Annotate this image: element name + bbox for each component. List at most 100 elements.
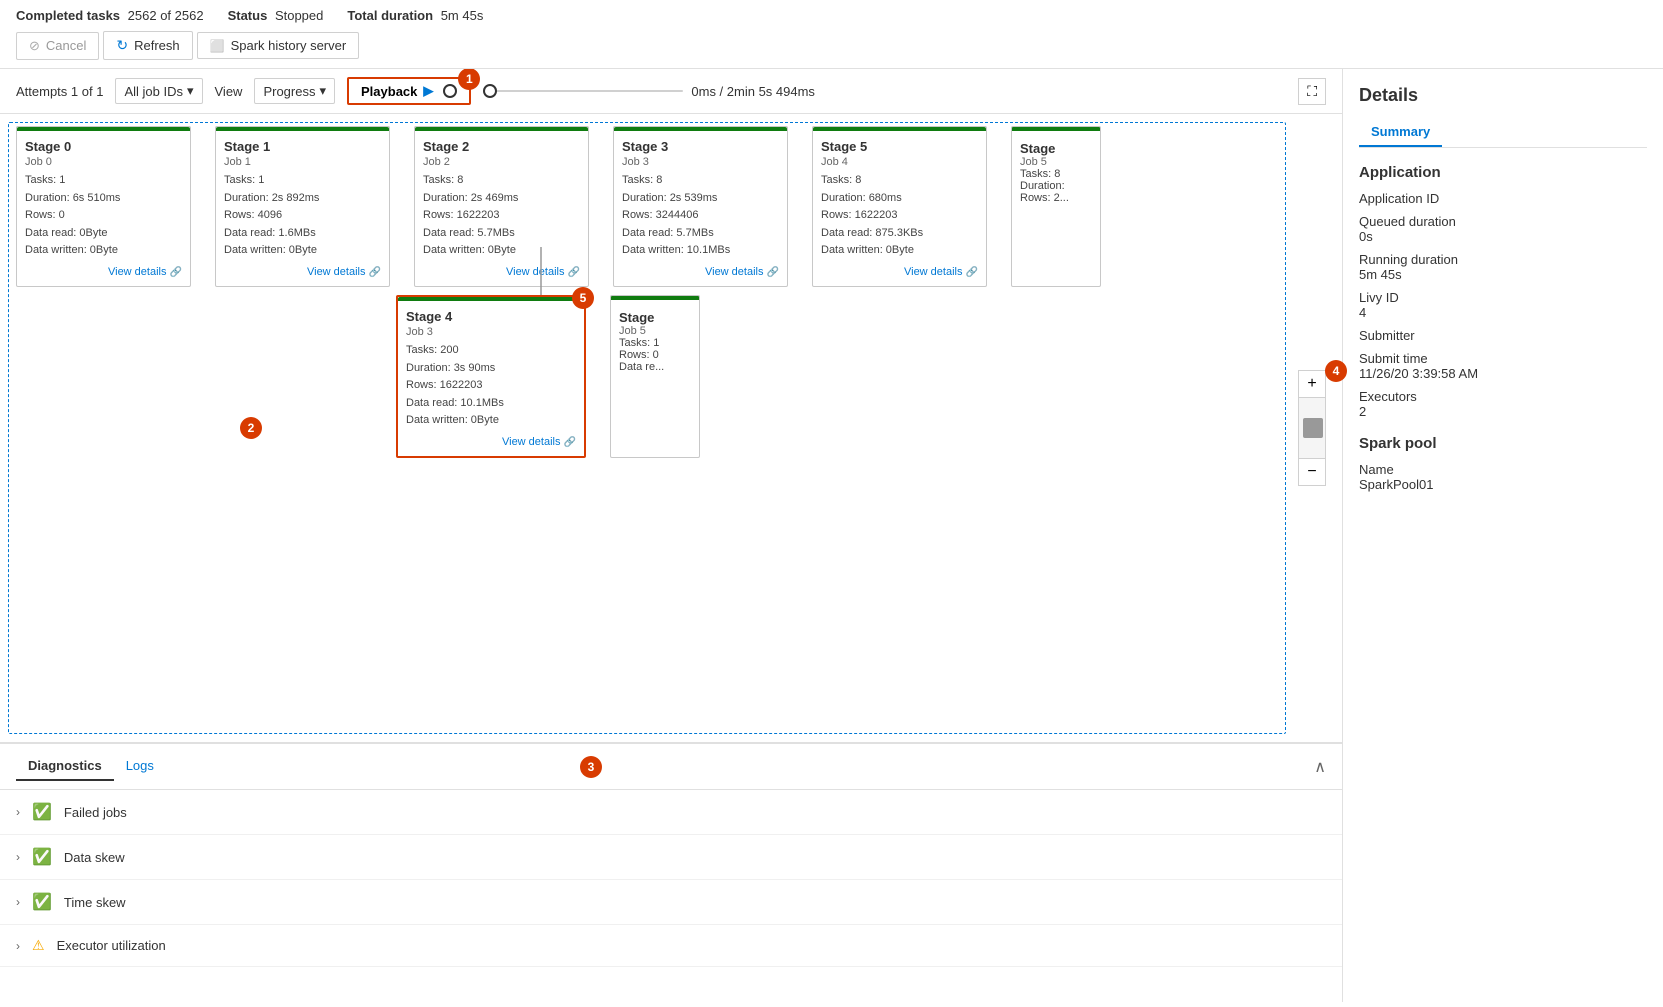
stage6-tasks: Tasks: 1 (619, 337, 691, 349)
stage4-card[interactable]: 5 Stage 4 Job 3 Tasks: 200 Duration: 3s … (396, 295, 586, 458)
stage-partial-rows: Rows: 2... (1020, 192, 1092, 204)
refresh-button[interactable]: ↻ Refresh (103, 31, 192, 60)
spark-pool-name-row: Name SparkPool01 (1359, 462, 1647, 492)
diag-item-executor-util[interactable]: › ⚠ Executor utilization (0, 925, 1342, 967)
zoom-thumb (1303, 418, 1323, 438)
stage0-card[interactable]: Stage 0 Job 0 Tasks: 1 Duration: 6s 510m… (16, 126, 191, 287)
collapse-button[interactable]: ∧ (1314, 757, 1326, 777)
application-section: Application Application ID Queued durati… (1359, 164, 1647, 419)
spark-pool-section: Spark pool Name SparkPool01 (1359, 435, 1647, 492)
refresh-icon: ↻ (116, 37, 128, 54)
stage2-card[interactable]: Stage 2 Job 2 Tasks: 8 Duration: 2s 469m… (414, 126, 589, 287)
chevron-icon2: › (16, 850, 20, 864)
progress-dropdown[interactable]: Progress ▾ (254, 78, 335, 104)
stage5-view-details[interactable]: View details 🔗 (821, 266, 978, 278)
left-panel: Attempts 1 of 1 All job IDs ▾ View Progr… (0, 69, 1343, 1002)
diag-item-failed-jobs[interactable]: › ✅ Failed jobs (0, 790, 1342, 835)
ok-icon: ✅ (32, 802, 52, 822)
external-link-icon6: 🔗 (564, 437, 576, 448)
status-label: Status Stopped (228, 8, 324, 23)
playback-circle (443, 84, 457, 98)
bottom-stages-row: 5 Stage 4 Job 3 Tasks: 200 Duration: 3s … (0, 287, 1342, 458)
chevron-down-icon: ▾ (187, 83, 194, 99)
top-bar: Completed tasks 2562 of 2562 Status Stop… (0, 0, 1663, 69)
chevron-icon3: › (16, 895, 20, 909)
stage6-job: Job 5 (619, 325, 691, 337)
zoom-scroll[interactable] (1298, 398, 1326, 458)
all-job-ids-dropdown[interactable]: All job IDs ▾ (115, 78, 202, 104)
attempts-label: Attempts 1 of 1 (16, 84, 103, 99)
details-title: Details (1359, 85, 1647, 106)
ok-icon3: ✅ (32, 892, 52, 912)
right-panel: 4 Details Summary Application Applicatio… (1343, 69, 1663, 1002)
submitter-row: Submitter (1359, 328, 1647, 343)
tab-diagnostics[interactable]: Diagnostics (16, 752, 114, 781)
stage6-partial: Stage Job 5 Tasks: 1 Rows: 0 Data re... (610, 295, 700, 458)
diagnostics-area: Diagnostics Logs 3 ∧ › ✅ Failed jobs › ✅… (0, 742, 1342, 1002)
zoom-controls: + − (1298, 370, 1326, 486)
stage-partial-top: Stage Job 5 Tasks: 8 Duration: Rows: 2..… (1011, 126, 1101, 287)
tab-logs[interactable]: Logs (114, 752, 166, 781)
total-duration-label: Total duration 5m 45s (347, 8, 483, 23)
chevron-down-icon2: ▾ (319, 83, 326, 99)
warning-icon: ⚠ (32, 937, 45, 954)
stage4-view-details[interactable]: View details 🔗 (406, 436, 576, 448)
diag-item-time-skew[interactable]: › ✅ Time skew (0, 880, 1342, 925)
external-link-icon2: 🔗 (369, 267, 381, 278)
fullscreen-button[interactable]: ⛶ (1298, 78, 1326, 105)
queued-duration-row: Queued duration 0s (1359, 214, 1647, 244)
zoom-in-button[interactable]: + (1298, 370, 1326, 398)
diag-item-data-skew[interactable]: › ✅ Data skew (0, 835, 1342, 880)
stage6-rows: Rows: 0 (619, 349, 691, 361)
stage6-dataread: Data re... (619, 361, 691, 373)
external-link-icon5: 🔗 (966, 267, 978, 278)
annotation-2: 2 (240, 417, 262, 439)
external-link-icon: 🔗 (170, 267, 182, 278)
tab-summary[interactable]: Summary (1359, 118, 1442, 147)
details-tabs: Summary (1359, 118, 1647, 148)
stage3-card[interactable]: Stage 3 Job 3 Tasks: 8 Duration: 2s 539m… (613, 126, 788, 287)
stage-partial-tasks: Tasks: 8 (1020, 168, 1092, 180)
stage-partial-job: Job 5 (1020, 156, 1092, 168)
view-label: View (215, 84, 243, 99)
graph-header: Attempts 1 of 1 All job IDs ▾ View Progr… (0, 69, 1342, 114)
diagnostics-header: Diagnostics Logs 3 ∧ (0, 744, 1342, 790)
external-link-icon4: 🔗 (767, 267, 779, 278)
cancel-icon: ⊘ (29, 38, 40, 54)
application-id-row: Application ID (1359, 191, 1647, 206)
play-icon: ▶ (423, 83, 433, 99)
running-duration-row: Running duration 5m 45s (1359, 252, 1647, 282)
zoom-out-button[interactable]: − (1298, 458, 1326, 486)
playback-button[interactable]: Playback ▶ (347, 77, 471, 105)
diagnostics-list: › ✅ Failed jobs › ✅ Data skew › ✅ Time s… (0, 790, 1342, 1002)
stage1-view-details[interactable]: View details 🔗 (224, 266, 381, 278)
fullscreen-icon: ⛶ (1307, 83, 1317, 99)
stage0-view-details[interactable]: View details 🔗 (25, 266, 182, 278)
external-link-icon: ⬜ (210, 39, 225, 53)
stage2-view-details[interactable]: View details 🔗 (423, 266, 580, 278)
stage-partial-title: Stage (1020, 141, 1092, 156)
spark-history-button[interactable]: ⬜ Spark history server (197, 32, 360, 59)
playback-slider[interactable]: 0ms / 2min 5s 494ms (483, 84, 1286, 99)
playback-container: Playback ▶ 1 (347, 77, 471, 105)
top-stages-row: Stage 0 Job 0 Tasks: 1 Duration: 6s 510m… (0, 114, 1342, 287)
chevron-icon: › (16, 805, 20, 819)
completed-tasks-label: Completed tasks 2562 of 2562 (16, 8, 204, 23)
livy-id-row: Livy ID 4 (1359, 290, 1647, 320)
main-layout: Attempts 1 of 1 All job IDs ▾ View Progr… (0, 69, 1663, 1002)
stage1-card[interactable]: Stage 1 Job 1 Tasks: 1 Duration: 2s 892m… (215, 126, 390, 287)
ok-icon2: ✅ (32, 847, 52, 867)
stage6-title: Stage (619, 310, 691, 325)
diagnostics-tabs: Diagnostics Logs (16, 752, 166, 781)
chevron-icon4: › (16, 939, 20, 953)
graph-canvas: 2 Stage 0 Job 0 Tasks: 1 Duration: 6s 51… (0, 114, 1342, 742)
stage3-view-details[interactable]: View details 🔗 (622, 266, 779, 278)
annotation-5: 5 (572, 287, 594, 309)
annotation-4: 4 (1343, 360, 1347, 382)
external-link-icon3: 🔗 (568, 267, 580, 278)
executors-row: Executors 2 (1359, 389, 1647, 419)
annotation-1: 1 (458, 69, 480, 90)
cancel-button[interactable]: ⊘ Cancel (16, 32, 99, 60)
stage5-card[interactable]: Stage 5 Job 4 Tasks: 8 Duration: 680ms R… (812, 126, 987, 287)
submit-time-row: Submit time 11/26/20 3:39:58 AM (1359, 351, 1647, 381)
